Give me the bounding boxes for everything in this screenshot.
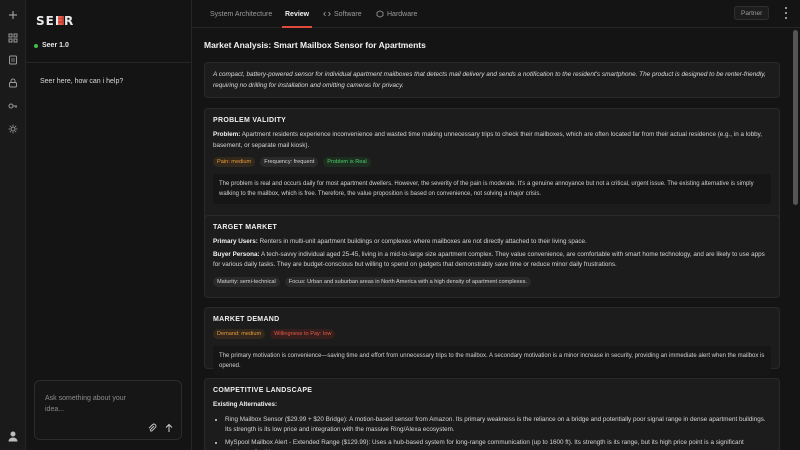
- tab-label: System Architecture: [210, 10, 273, 18]
- review-content: Market Analysis: Smart Mailbox Sensor fo…: [192, 28, 790, 450]
- competitive-landscape-card: COMPETITIVE LANDSCAPE Existing Alternati…: [204, 378, 780, 450]
- divider: [26, 62, 192, 63]
- account-button[interactable]: [7, 430, 19, 442]
- maturity-badge: Maturity: semi-technical: [213, 276, 280, 287]
- icon-rail: [0, 0, 26, 450]
- demand-badge: Demand: medium: [213, 329, 266, 339]
- problem-statement: Problem: Apartment residents experience …: [213, 131, 763, 149]
- section-heading: PROBLEM VALIDITY: [213, 117, 287, 124]
- alternatives-list: Ring Mailbox Sensor ($29.99 + $20 Bridge…: [225, 415, 771, 450]
- alternatives-heading: Existing Alternatives:: [213, 401, 278, 408]
- buyer-persona: Buyer Persona: A tech-savvy individual a…: [213, 250, 765, 269]
- chip-icon: [376, 10, 384, 18]
- primary-users: Primary Users: Renters in multi-unit apa…: [213, 238, 587, 245]
- top-bar: System Architecture Review Software Hard…: [192, 0, 800, 28]
- tab-label: Review: [285, 10, 310, 18]
- keys-button[interactable]: [6, 99, 20, 113]
- seer-logo: SEER: [36, 14, 74, 28]
- section-heading: COMPETITIVE LANDSCAPE: [213, 387, 313, 394]
- list-item: Ring Mailbox Sensor ($29.99 + $20 Bridge…: [225, 415, 771, 436]
- tab-review[interactable]: Review: [281, 0, 313, 28]
- security-button[interactable]: [6, 76, 20, 90]
- focus-badge: Focus: Urban and suburban areas in North…: [284, 276, 531, 287]
- sun-icon: [8, 124, 18, 134]
- document-icon: [9, 55, 17, 65]
- key-icon: [8, 103, 17, 109]
- badge-row: Pain: medium Frequency: frequent Problem…: [213, 157, 771, 167]
- tab-system-architecture[interactable]: System Architecture: [210, 0, 272, 28]
- chat-input[interactable]: [45, 393, 145, 421]
- model-name: Seer 1.0: [42, 42, 69, 49]
- documents-button[interactable]: [6, 53, 20, 67]
- more-options-button[interactable]: [782, 7, 790, 19]
- market-demand-card: MARKET DEMAND Demand: medium Willingness…: [204, 307, 780, 376]
- tab-hardware[interactable]: Hardware: [376, 0, 417, 28]
- problem-summary: The problem is real and occurs daily for…: [213, 174, 771, 204]
- page-title: Market Analysis: Smart Mailbox Sensor fo…: [204, 40, 426, 50]
- model-indicator[interactable]: Seer 1.0: [34, 42, 69, 49]
- assistant-greeting: Seer here, how can i help?: [40, 78, 124, 85]
- tab-label: Hardware: [387, 10, 418, 18]
- plus-icon: [9, 11, 17, 19]
- more-icon: [785, 7, 787, 9]
- section-heading: MARKET DEMAND: [213, 316, 280, 323]
- lock-icon: [9, 78, 17, 88]
- partner-button[interactable]: Partner: [734, 6, 770, 20]
- tab-label: Software: [334, 10, 362, 18]
- online-status-dot: [34, 43, 38, 48]
- arrow-up-icon: [165, 423, 173, 432]
- attach-button[interactable]: [147, 423, 157, 433]
- svg-text:SEER: SEER: [36, 14, 74, 28]
- tab-software[interactable]: Software: [323, 0, 362, 28]
- code-icon: [323, 11, 331, 17]
- scrollbar[interactable]: [793, 30, 798, 205]
- settings-button[interactable]: [6, 122, 20, 136]
- demand-summary: The primary motivation is convenience—sa…: [213, 346, 771, 376]
- grid-icon: [8, 33, 18, 43]
- problem-real-badge: Problem is Real: [323, 157, 371, 167]
- list-item: MySpool Mailbox Alert - Extended Range (…: [225, 438, 771, 450]
- willingness-to-pay-badge: Willingness to Pay: low: [270, 329, 336, 339]
- new-chat-button[interactable]: [6, 8, 20, 22]
- send-button[interactable]: [164, 423, 174, 433]
- badge-row: Maturity: semi-technical Focus: Urban an…: [213, 276, 771, 287]
- chat-input-box: [34, 380, 182, 440]
- intro-card: A compact, battery-powered sensor for in…: [204, 62, 780, 98]
- pain-badge: Pain: medium: [213, 157, 256, 167]
- product-description: A compact, battery-powered sensor for in…: [213, 71, 766, 89]
- frequency-badge: Frequency: frequent: [260, 157, 319, 167]
- badge-row: Demand: medium Willingness to Pay: low: [213, 329, 771, 339]
- dashboard-button[interactable]: [6, 31, 20, 45]
- user-icon: [8, 431, 18, 442]
- target-market-card: TARGET MARKET Primary Users: Renters in …: [204, 215, 780, 298]
- chat-panel: SEER Seer 1.0 Seer here, how can i help?: [26, 0, 192, 450]
- paperclip-icon: [148, 423, 157, 432]
- section-heading: TARGET MARKET: [213, 224, 278, 231]
